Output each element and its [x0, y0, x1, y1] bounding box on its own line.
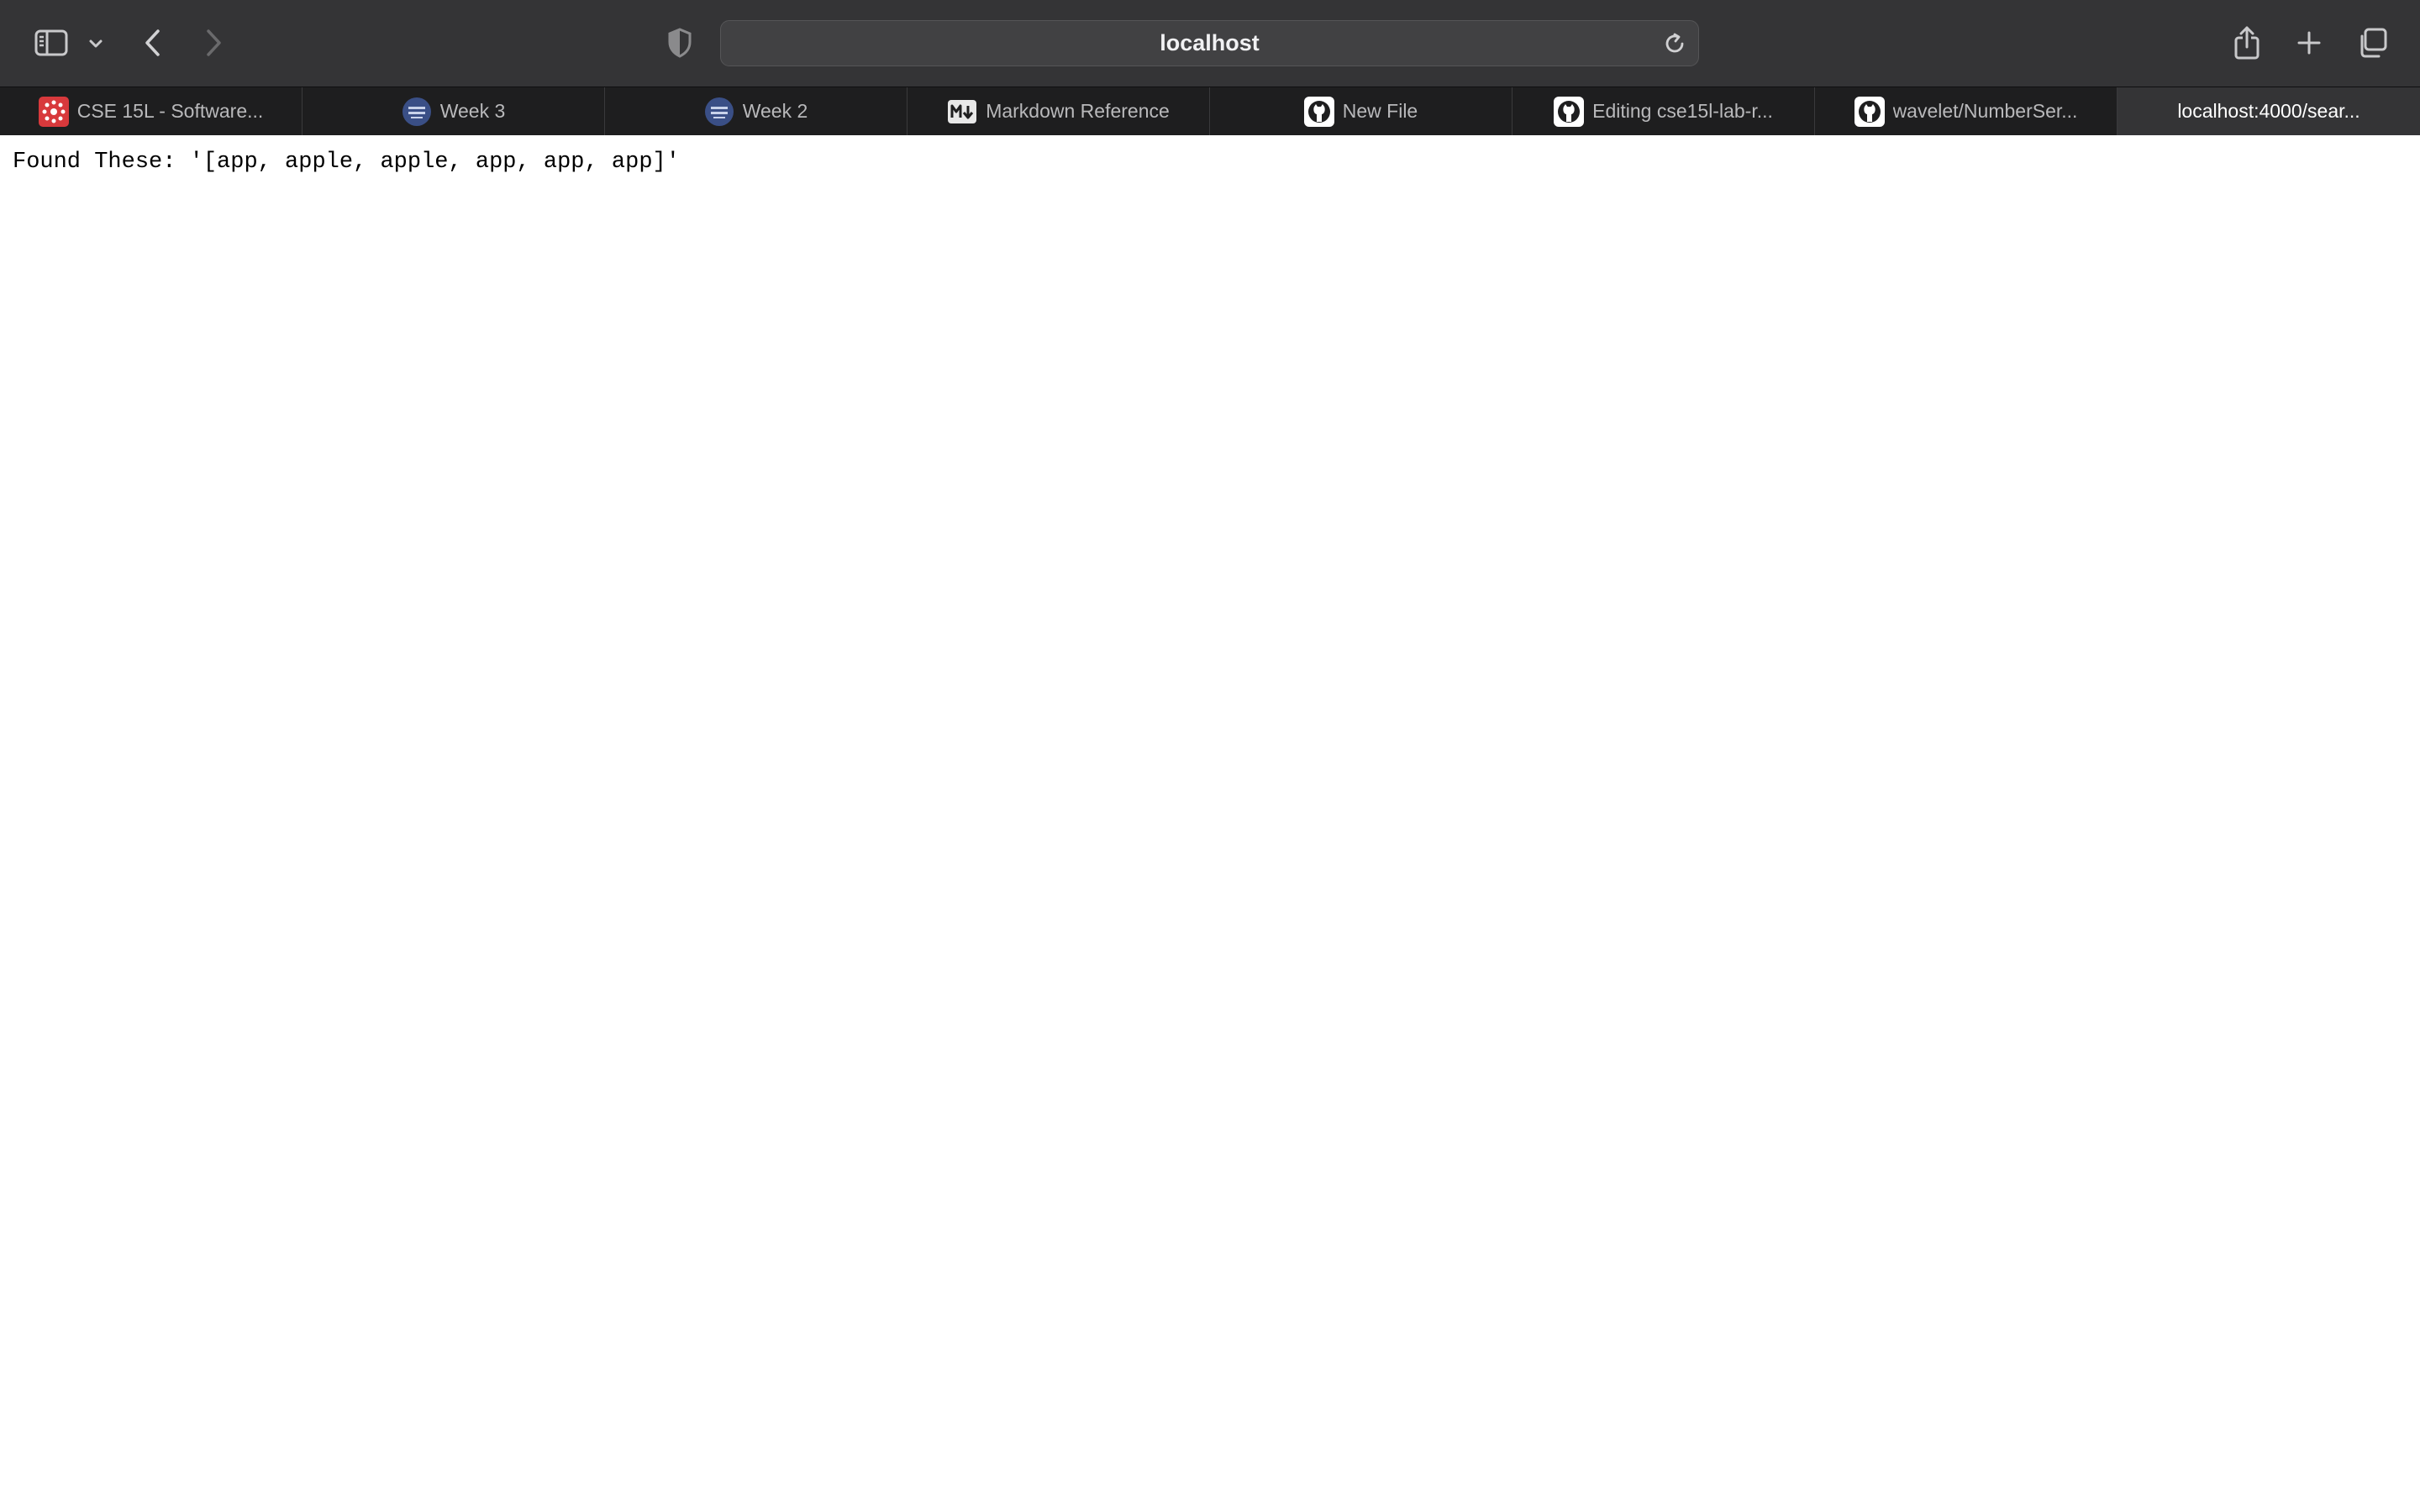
tab-label: localhost:4000/sear...: [2177, 100, 2360, 122]
tab-group-dropdown-button[interactable]: [84, 32, 108, 55]
tab-week-2[interactable]: Week 2: [605, 87, 908, 135]
tab-bar: CSE 15L - Software... Week 3 Week 2 Mark…: [0, 87, 2420, 135]
canvas-logo-icon: [38, 96, 69, 127]
privacy-report-button[interactable]: [664, 26, 696, 60]
tab-cse15l[interactable]: CSE 15L - Software...: [0, 87, 302, 135]
tab-label: Week 3: [439, 100, 506, 122]
plus-icon: [2297, 31, 2321, 55]
tab-week-3[interactable]: Week 3: [302, 87, 605, 135]
reload-button[interactable]: [1663, 32, 1686, 60]
tab-label: Markdown Reference: [986, 100, 1170, 122]
markdown-icon: [947, 97, 977, 127]
sidebar-icon: [34, 29, 68, 56]
tab-overview-icon: [2360, 28, 2387, 58]
tab-markdown-reference[interactable]: Markdown Reference: [908, 87, 1210, 135]
chevron-left-icon: [145, 29, 160, 56]
share-button[interactable]: [2230, 23, 2264, 63]
address-bar[interactable]: localhost: [720, 20, 1699, 66]
tab-editing-cse15l-lab[interactable]: Editing cse15l-lab-r...: [1512, 87, 1815, 135]
page-content: Found These: '[app, apple, apple, app, a…: [0, 135, 2420, 1512]
tab-new-file[interactable]: New File: [1210, 87, 1512, 135]
chevron-right-icon: [207, 29, 221, 56]
back-button[interactable]: [138, 25, 168, 60]
tab-localhost-active[interactable]: localhost:4000/sear...: [2118, 87, 2420, 135]
share-icon: [2234, 26, 2260, 60]
forward-button[interactable]: [198, 25, 229, 60]
tab-label: New File: [1342, 100, 1418, 122]
shield-icon: [668, 28, 692, 58]
tab-overview-button[interactable]: [2354, 25, 2390, 60]
search-result-text: Found These: '[app, apple, apple, app, a…: [13, 150, 680, 175]
reload-icon: [1665, 33, 1684, 53]
tab-label: wavelet/NumberSer...: [1892, 100, 2078, 122]
github-icon: [1554, 96, 1585, 127]
cse-logo-icon: [704, 97, 734, 127]
tab-label: Editing cse15l-lab-r...: [1592, 100, 1773, 122]
github-icon: [1303, 96, 1334, 127]
tab-wavelet-numberserver[interactable]: wavelet/NumberSer...: [1815, 87, 2118, 135]
tab-label: CSE 15L - Software...: [76, 100, 264, 122]
tab-label: Week 2: [742, 100, 808, 122]
browser-toolbar: localhost: [0, 0, 2420, 87]
new-tab-button[interactable]: [2293, 26, 2325, 60]
address-text: localhost: [1160, 30, 1260, 55]
github-icon: [1854, 96, 1885, 127]
sidebar-toggle-button[interactable]: [34, 25, 69, 60]
cse-logo-icon: [402, 97, 432, 127]
chevron-down-icon: [89, 39, 103, 48]
